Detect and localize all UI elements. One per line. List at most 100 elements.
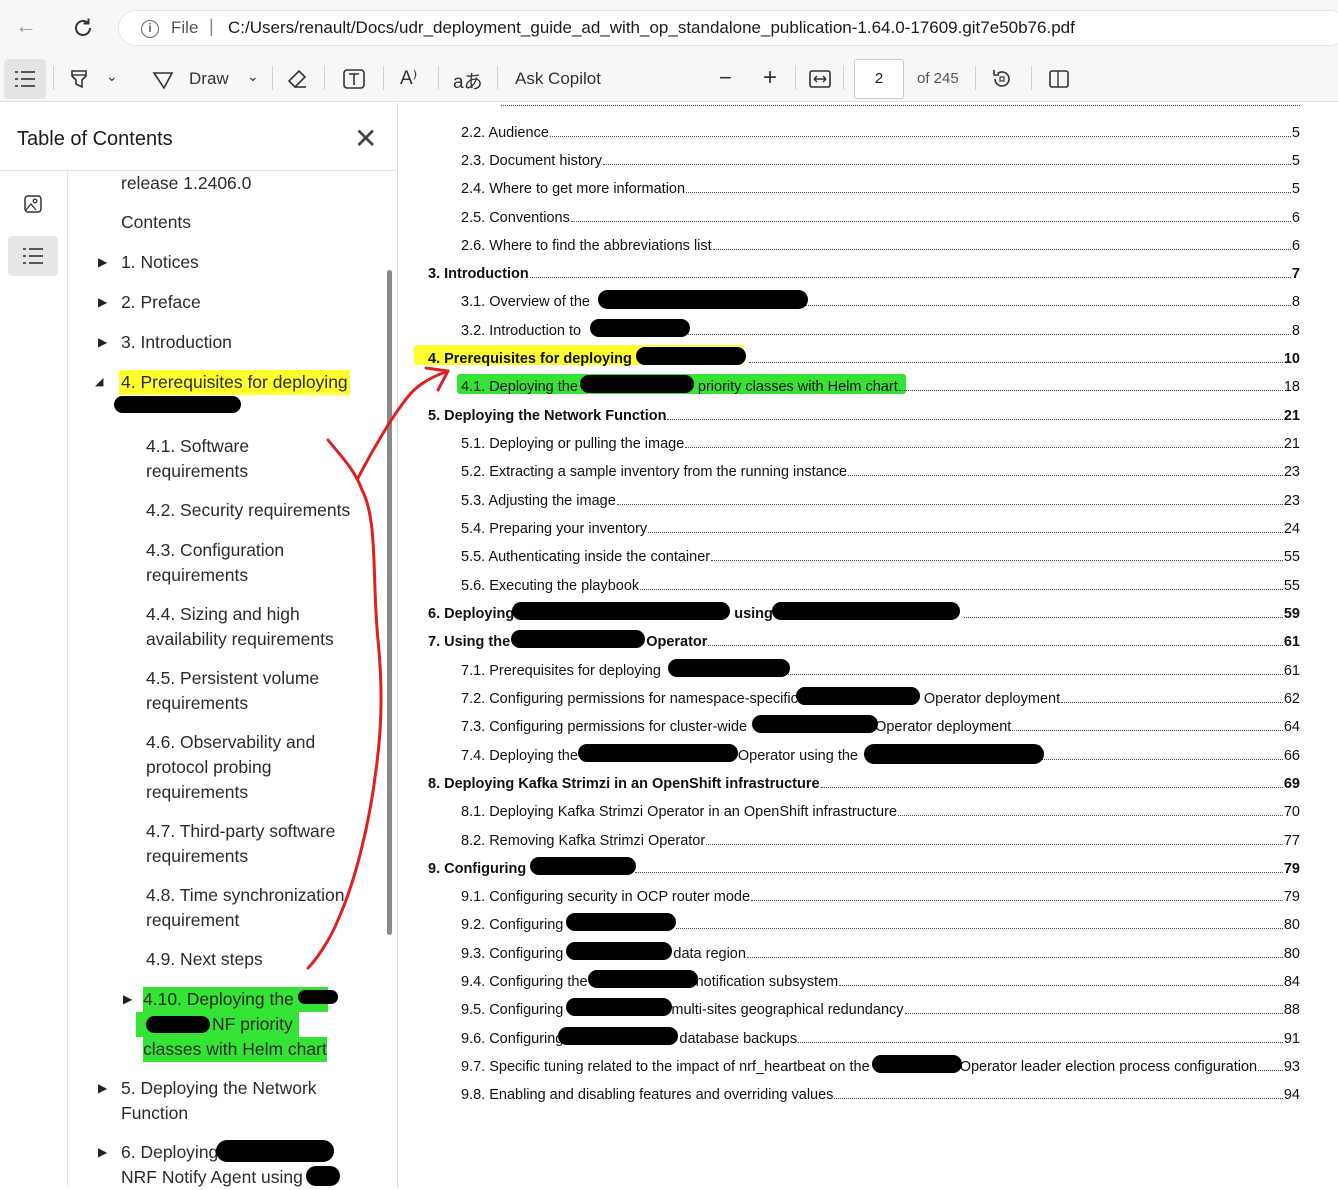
- doc-toc-row[interactable]: 9.4. Configuring the notification subsyst…: [461, 970, 1300, 990]
- redaction-mark: [796, 687, 920, 705]
- redaction-mark: [530, 857, 636, 875]
- clipped-row: [461, 103, 1300, 109]
- toc-item-preface[interactable]: 2. Preface: [121, 290, 201, 315]
- redaction-mark: [752, 715, 878, 733]
- page-number-input[interactable]: 2: [854, 59, 904, 99]
- doc-toc-row[interactable]: 2.2. Audience 5: [461, 121, 1300, 141]
- toc-item-priority-classes-line3[interactable]: classes with Helm chart: [143, 1037, 327, 1062]
- toolbar-divider: [324, 66, 325, 90]
- toc-item-software-req[interactable]: 4.1. Software: [146, 434, 249, 459]
- toc-item-introduction[interactable]: 3. Introduction: [121, 330, 232, 355]
- eraser-icon[interactable]: [286, 67, 310, 91]
- toc-item-deploying-nrf[interactable]: 6. Deploying: [121, 1140, 218, 1165]
- redaction-mark: [306, 1166, 340, 1186]
- toolbar-divider: [497, 66, 498, 90]
- redaction-mark: [668, 659, 790, 677]
- translate-icon[interactable]: aあ: [453, 67, 483, 94]
- refresh-icon[interactable]: [71, 16, 95, 40]
- zoom-in-button[interactable]: +: [763, 64, 777, 92]
- ask-copilot-button[interactable]: Ask Copilot: [515, 69, 601, 89]
- redaction-mark: [772, 602, 960, 620]
- doc-toc-row[interactable]: 3.1. Overview of the 8: [461, 290, 1300, 310]
- toc-item-notices[interactable]: 1. Notices: [121, 250, 199, 275]
- doc-toc-row[interactable]: 2.4. Where to get more information 5: [461, 177, 1300, 197]
- outline-button[interactable]: [8, 236, 58, 276]
- rotate-icon[interactable]: [990, 67, 1014, 91]
- toc-item-third-party-line2[interactable]: requirements: [146, 844, 248, 869]
- expand-triangle-icon[interactable]: ▶: [98, 1145, 107, 1159]
- read-aloud-icon[interactable]: A⁾: [400, 67, 417, 90]
- doc-toc-row[interactable]: 9.8. Enabling and disabling features and…: [461, 1083, 1300, 1103]
- thumbnails-button[interactable]: [8, 185, 58, 223]
- highlighter-icon[interactable]: [68, 67, 92, 91]
- toc-item-persistent-volume[interactable]: 4.5. Persistent volume: [146, 666, 319, 691]
- draw-pen-icon[interactable]: [151, 67, 175, 91]
- doc-toc-row[interactable]: 5.4. Preparing your inventory 24: [461, 517, 1300, 537]
- doc-toc-row[interactable]: 4. Prerequisites for deploying 10: [428, 347, 1300, 367]
- toc-item-deploying-nf-line2[interactable]: Function: [121, 1101, 188, 1126]
- doc-toc-row[interactable]: 2.6. Where to find the abbreviations lis…: [461, 234, 1300, 254]
- toolbar-divider: [795, 66, 796, 90]
- toc-item-persistent-volume-line2[interactable]: requirements: [146, 691, 248, 716]
- url-text[interactable]: C:/Users/renault/Docs/udr_deployment_gui…: [228, 18, 1075, 38]
- doc-toc-row[interactable]: 7.1. Prerequisites for deploying 61: [461, 659, 1300, 679]
- toc-item-deploying-nrf-line2[interactable]: NRF Notify Agent using: [121, 1165, 303, 1190]
- toc-toggle-button[interactable]: [4, 59, 46, 99]
- info-icon[interactable]: i: [141, 20, 159, 38]
- doc-toc-row[interactable]: 5.5. Authenticating inside the container…: [461, 545, 1300, 565]
- redaction-mark: [114, 396, 241, 413]
- zoom-out-button[interactable]: −: [719, 65, 732, 91]
- redaction-mark: [578, 744, 738, 762]
- toc-item-configuration-req-line2[interactable]: requirements: [146, 563, 248, 588]
- toc-item[interactable]: release 1.2406.0: [121, 171, 251, 196]
- toc-item-contents[interactable]: Contents: [121, 210, 191, 235]
- doc-toc-row[interactable]: 5.6. Executing the playbook 55: [461, 574, 1300, 594]
- close-icon[interactable]: ✕: [354, 122, 377, 155]
- doc-toc-row[interactable]: 9.1. Configuring security in OCP router …: [461, 885, 1300, 905]
- expand-triangle-icon[interactable]: ▶: [123, 992, 132, 1006]
- toolbar-divider: [843, 66, 844, 90]
- draw-button[interactable]: Draw: [189, 69, 229, 89]
- doc-toc-row[interactable]: 5.2. Extracting a sample inventory from …: [461, 460, 1300, 480]
- toc-item-observability[interactable]: 4.6. Observability and: [146, 730, 315, 755]
- toc-item-observability-line3[interactable]: requirements: [146, 780, 248, 805]
- doc-toc-row[interactable]: 2.3. Document history 5: [461, 149, 1300, 169]
- expand-triangle-icon[interactable]: ▶: [98, 295, 107, 309]
- draw-dropdown-chevron-icon[interactable]: ⌄: [247, 68, 259, 85]
- toc-item-deploying-nf[interactable]: 5. Deploying the Network: [121, 1076, 317, 1101]
- toc-item-configuration-req[interactable]: 4.3. Configuration: [146, 538, 284, 563]
- expand-triangle-icon[interactable]: ▶: [98, 255, 107, 269]
- redaction-mark: [511, 630, 645, 648]
- redaction-mark: [512, 602, 730, 620]
- toc-item-observability-line2[interactable]: protocol probing: [146, 755, 272, 780]
- doc-toc-row[interactable]: 2.5. Conventions 6: [461, 206, 1300, 226]
- redaction-mark: [566, 998, 672, 1016]
- list-icon: [23, 248, 43, 264]
- toc-item-next-steps[interactable]: 4.9. Next steps: [146, 947, 263, 972]
- page-view-icon[interactable]: [1047, 67, 1071, 91]
- doc-toc-row[interactable]: 8. Deploying Kafka Strimzi in an OpenShi…: [428, 772, 1300, 792]
- doc-toc-row[interactable]: 5.1. Deploying or pulling the image 21: [461, 432, 1300, 452]
- doc-toc-row[interactable]: 5. Deploying the Network Function 21: [428, 404, 1300, 424]
- collapse-triangle-icon[interactable]: ◢: [95, 375, 103, 388]
- doc-toc-row[interactable]: 7.3. Configuring permissions for cluster…: [461, 715, 1300, 735]
- fit-width-icon[interactable]: [808, 68, 832, 90]
- back-arrow-icon[interactable]: ←: [15, 15, 37, 37]
- doc-toc-row[interactable]: 8.1. Deploying Kafka Strimzi Operator in…: [461, 800, 1300, 820]
- toolbar-divider: [1031, 66, 1032, 90]
- doc-toc-row[interactable]: 3. Introduction 7: [428, 262, 1300, 282]
- toc-item-sizing[interactable]: 4.4. Sizing and high: [146, 602, 300, 627]
- text-box-icon[interactable]: [342, 67, 366, 91]
- doc-toc-row[interactable]: 8.2. Removing Kafka Strimzi Operator 77: [461, 829, 1300, 849]
- doc-toc-row[interactable]: 5.3. Adjusting the image 23: [461, 489, 1300, 509]
- toolbar-divider: [383, 66, 384, 90]
- highlighter-dropdown-chevron-icon[interactable]: ⌄: [106, 68, 118, 85]
- expand-triangle-icon[interactable]: ▶: [98, 1081, 107, 1095]
- toolbar-divider: [975, 66, 976, 90]
- toolbar-divider: [53, 66, 54, 90]
- toc-item-software-req-line2[interactable]: requirements: [146, 459, 248, 484]
- redaction-mark: [146, 1016, 210, 1033]
- toc-item-time-sync-line2[interactable]: requirement: [146, 908, 239, 933]
- doc-toc-row[interactable]: 3.2. Introduction to 8: [461, 319, 1300, 339]
- expand-triangle-icon[interactable]: ▶: [98, 335, 107, 349]
